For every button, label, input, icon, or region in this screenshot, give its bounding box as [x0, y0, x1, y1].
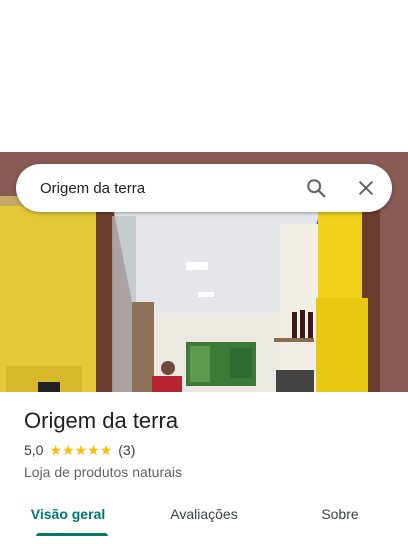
- search-bar[interactable]: Origem da terra: [16, 164, 392, 212]
- star-icon: ★: [62, 442, 75, 458]
- place-title: Origem da terra: [24, 408, 179, 433]
- place-info: Origem da terra 5,0 ★ ★ ★ ★ ★ (3) Loja d…: [24, 406, 394, 480]
- tab-bar: Visão geral Avaliações Sobre: [0, 496, 408, 536]
- active-tab-indicator: [36, 533, 108, 536]
- star-icon: ★: [49, 442, 63, 458]
- tab-about[interactable]: Sobre: [272, 496, 408, 536]
- search-button[interactable]: [296, 168, 336, 208]
- close-icon: [359, 181, 373, 195]
- place-category[interactable]: Loja de produtos naturais: [24, 464, 394, 480]
- close-button[interactable]: [346, 168, 386, 208]
- search-input[interactable]: Origem da terra: [16, 180, 296, 197]
- star-icon: ★: [99, 442, 113, 458]
- tab-overview[interactable]: Visão geral: [0, 496, 136, 536]
- search-icon: [307, 179, 326, 198]
- review-count[interactable]: (3): [118, 442, 135, 458]
- star-icon: ★: [87, 442, 100, 458]
- star-rating: ★ ★ ★ ★ ★: [49, 443, 112, 457]
- rating-value: 5,0: [24, 442, 44, 458]
- star-icon: ★: [74, 442, 88, 458]
- rating-row[interactable]: 5,0 ★ ★ ★ ★ ★ (3): [24, 442, 394, 458]
- tab-reviews[interactable]: Avaliações: [136, 496, 272, 536]
